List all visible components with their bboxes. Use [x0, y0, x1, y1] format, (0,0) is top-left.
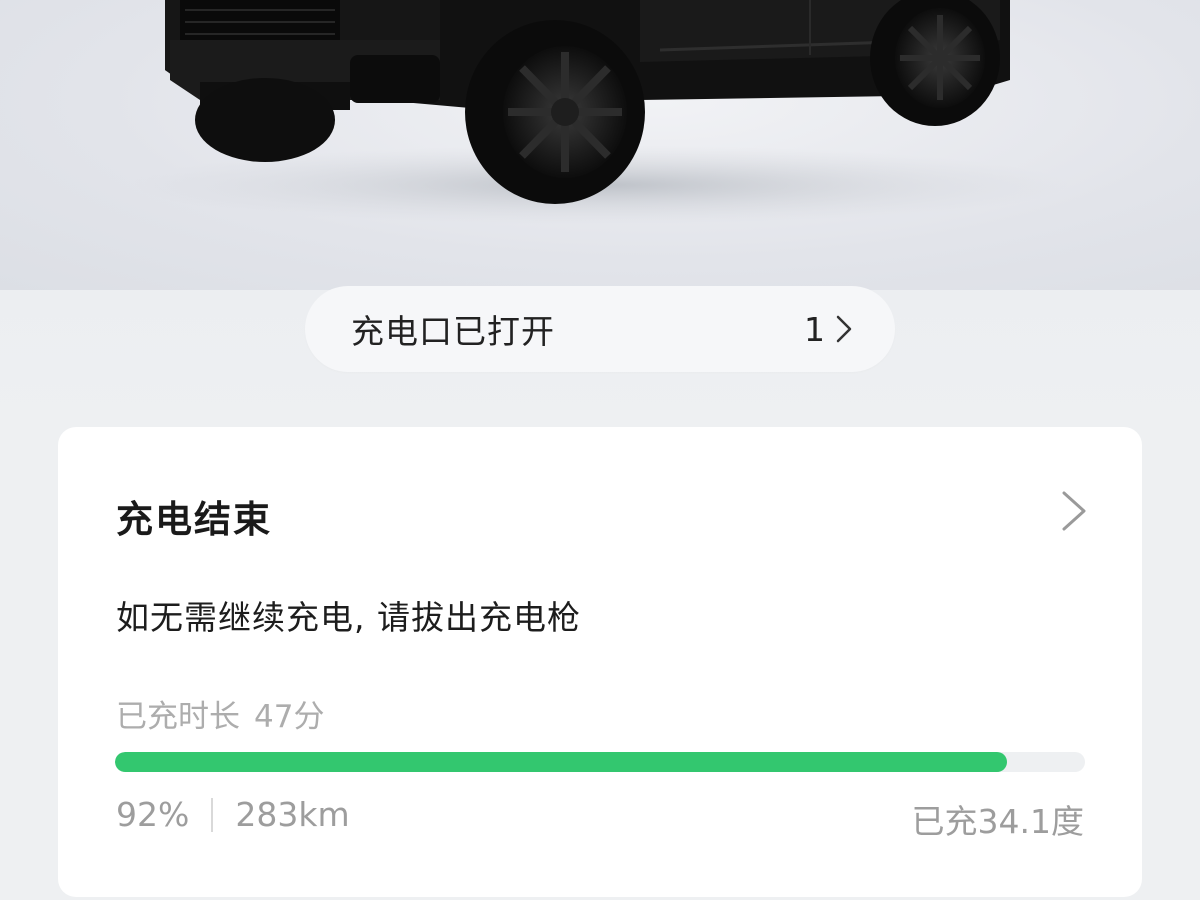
battery-progress-fill — [115, 752, 1008, 772]
battery-stats: 92% 283km — [116, 795, 350, 834]
vehicle-illustration — [130, 0, 1070, 225]
duration-label: 已充时长 — [116, 699, 240, 735]
unplug-instruction-text: 如无需继续充电, 请拔出充电枪 — [116, 598, 581, 637]
status-count: 1 — [804, 309, 825, 349]
charge-port-status-pill[interactable]: 充电口已打开 1 — [305, 286, 895, 372]
estimated-range: 283km — [235, 795, 350, 834]
card-title: 充电结束 — [116, 498, 272, 541]
chevron-right-icon — [836, 315, 852, 343]
charge-duration: 已充时长 47分 — [116, 691, 324, 736]
chevron-right-icon[interactable] — [1058, 489, 1090, 533]
battery-percent: 92% — [116, 795, 190, 834]
status-pill-right: 1 — [804, 310, 853, 349]
stats-divider — [211, 797, 214, 832]
charge-port-status-label: 充电口已打开 — [351, 312, 555, 351]
duration-value: 47分 — [254, 699, 325, 735]
charged-energy: 已充34.1度 — [911, 802, 1084, 841]
battery-progress-bar — [115, 752, 1085, 772]
vehicle-hero-image — [0, 0, 1200, 290]
charging-status-card: 充电结束 如无需继续充电, 请拔出充电枪 已充时长 47分 92% 283km … — [58, 427, 1142, 897]
